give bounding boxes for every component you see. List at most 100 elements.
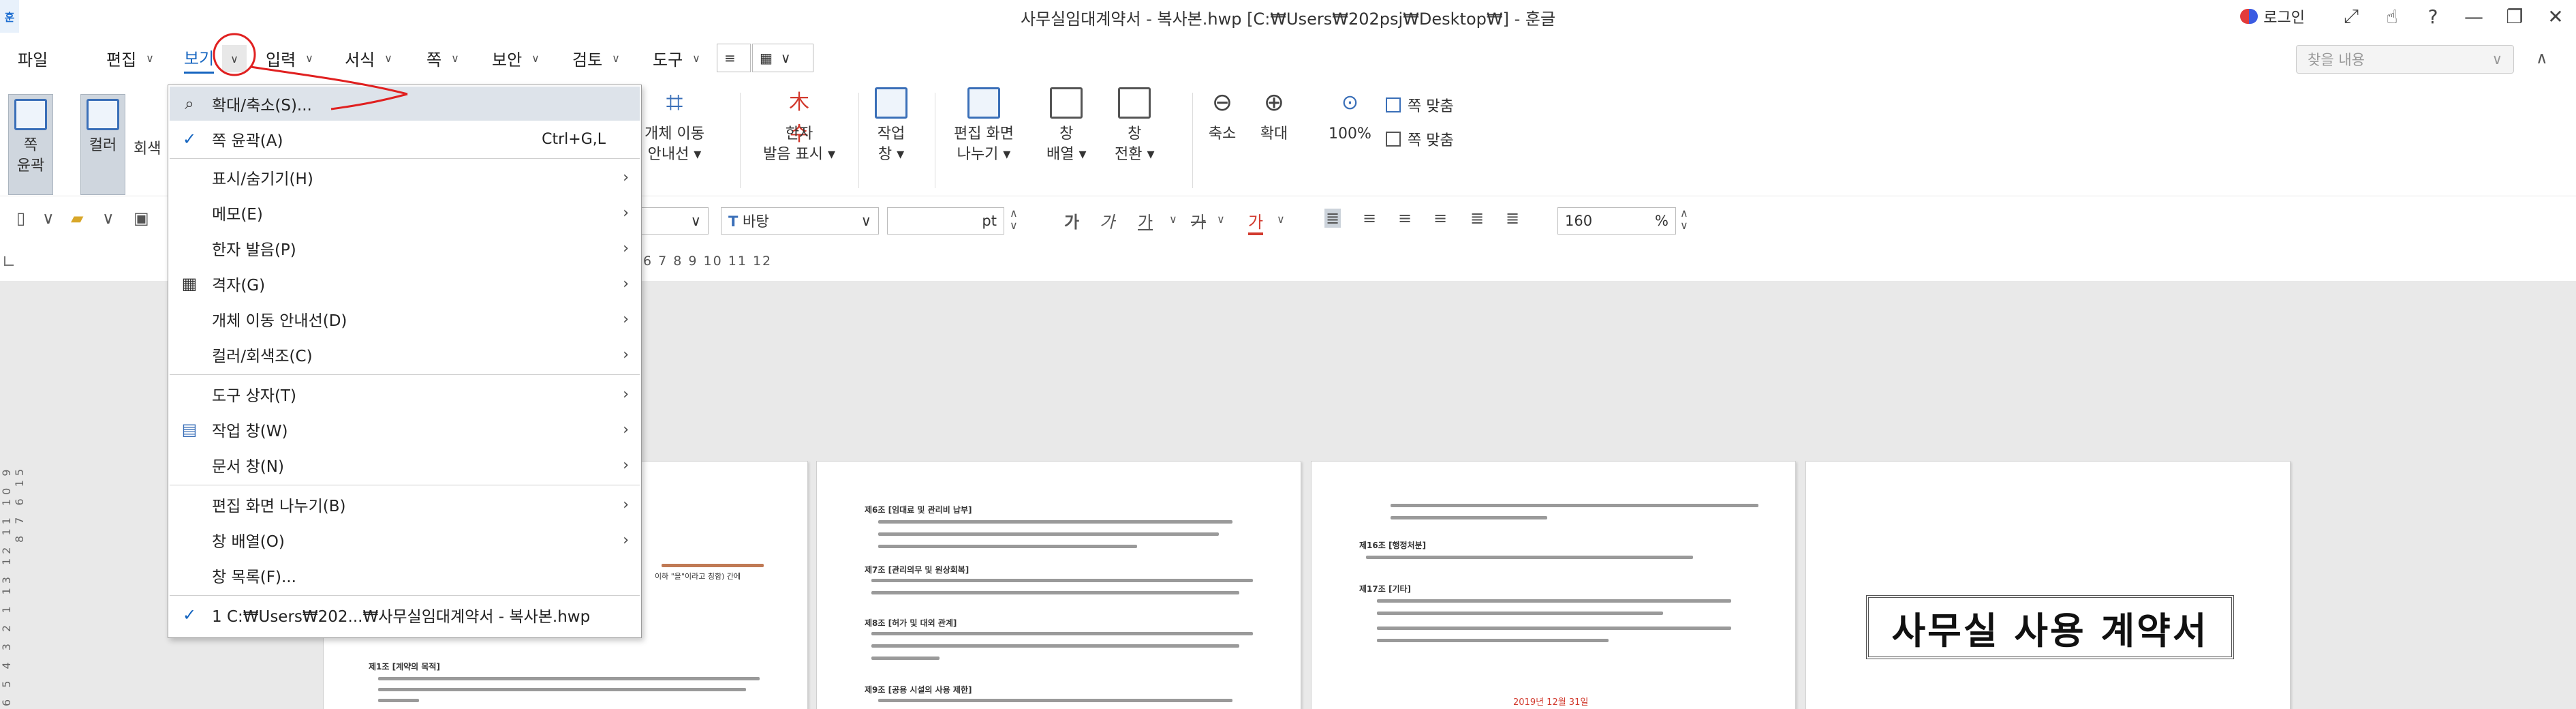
chevron-right-icon: › xyxy=(623,496,629,513)
zoom-in-button[interactable]: ⊕ 확대 xyxy=(1258,87,1290,145)
align-justify-icon[interactable]: ≣ xyxy=(1324,209,1341,228)
text-line xyxy=(878,520,1232,524)
menu-insert[interactable]: 입력 ∨ xyxy=(266,42,313,74)
menu-item-task-pane[interactable]: ▤ 작업 창(W) › xyxy=(170,412,640,447)
chevron-right-icon: › xyxy=(623,275,629,292)
page-outline-button[interactable]: 쪽 윤곽 xyxy=(8,94,53,195)
window-arrange-button[interactable]: 창 배열 ▾ xyxy=(1046,87,1087,164)
menu-item-zoom[interactable]: ⌕ 확대/축소(S)... xyxy=(170,87,640,121)
menu-view-dropdown-toggle[interactable]: ∨ xyxy=(222,45,247,72)
menu-item-show-hide[interactable]: 표시/숨기기(H) › xyxy=(170,160,640,194)
menu-item-document-window[interactable]: 문서 창(N) › xyxy=(170,448,640,482)
align-center-icon[interactable]: ≡ xyxy=(1398,209,1412,228)
color-mode-button[interactable]: 컬러 xyxy=(80,94,125,195)
chevron-right-icon: › xyxy=(623,456,629,474)
menu-item-page-outline[interactable]: ✓ 쪽 윤곽(A) Ctrl+G,L xyxy=(170,122,640,156)
font-size-stepper[interactable]: ∧ ∨ xyxy=(1010,207,1018,232)
font-color-button[interactable]: 가 xyxy=(1248,209,1264,235)
chevron-down-icon[interactable]: ∨ xyxy=(1217,213,1225,226)
hanja-pronunciation-button[interactable]: 木수 한자 발음 표시 ▾ xyxy=(763,87,835,164)
menu-item-window-list[interactable]: 창 목록(F)... xyxy=(170,558,640,592)
menu-file[interactable]: 파일 xyxy=(18,42,48,74)
menu-edit[interactable]: 편집 ∨ xyxy=(106,42,154,74)
expand-icon[interactable]: ⤢ xyxy=(2331,0,2372,33)
search-input[interactable]: 찾을 내용 ∨ xyxy=(2296,45,2514,74)
format-paint-icon[interactable]: ≡ xyxy=(717,44,751,72)
chevron-down-icon[interactable]: ∨ xyxy=(102,209,114,228)
save-icon[interactable]: ▣ xyxy=(134,209,149,228)
close-icon[interactable]: ✕ xyxy=(2535,0,2576,33)
restore-icon[interactable]: ❐ xyxy=(2494,0,2535,33)
document-page-2[interactable]: 제6조 [임대료 및 관리비 납부] 제7조 [관리의무 및 원상회복] 제8조… xyxy=(816,461,1301,709)
distribute-icon[interactable]: ≣ xyxy=(1470,209,1484,228)
menu-page[interactable]: 쪽 ∨ xyxy=(426,42,459,74)
align-left-icon[interactable]: ≡ xyxy=(1363,209,1376,228)
zoom-input[interactable]: 160% xyxy=(1557,207,1676,235)
menu-item-label: 개체 이동 안내선(D) xyxy=(212,312,347,330)
fit-page-button[interactable]: 쪽 맞춤 xyxy=(1386,128,1454,150)
page2-heading: 제8조 [허가 및 대외 관계] xyxy=(865,618,957,628)
divide-icon[interactable]: ≣ xyxy=(1506,209,1519,228)
split-view-button[interactable]: 편집 화면 나누기 ▾ xyxy=(954,87,1014,164)
menu-item-label: 작업 창(W) xyxy=(212,423,288,440)
underline-button[interactable]: 가 xyxy=(1138,209,1153,232)
text-line xyxy=(878,532,1219,536)
strikethrough-button[interactable]: 가 xyxy=(1191,209,1206,232)
menu-format[interactable]: 서식 ∨ xyxy=(345,42,392,74)
touch-icon[interactable]: ☝ xyxy=(2372,0,2412,33)
task-pane-button[interactable]: 작업 창 ▾ xyxy=(875,87,907,164)
menu-item-label: 창 배열(O) xyxy=(212,533,285,551)
hangul-logo-icon[interactable]: 훈 xyxy=(0,0,19,33)
object-guide-button[interactable]: ⌗ 개체 이동 안내선 ▾ xyxy=(645,87,704,164)
login-button[interactable]: 로그인 xyxy=(2240,5,2305,27)
menu-security[interactable]: 보안 ∨ xyxy=(492,42,540,74)
zoom-100-button[interactable]: ⊙ 100% xyxy=(1329,87,1371,145)
menu-review[interactable]: 검토 ∨ xyxy=(572,42,620,74)
chevron-down-icon: ∨ xyxy=(531,51,540,65)
window-switch-button[interactable]: 창 전환 ▾ xyxy=(1115,87,1155,164)
chevron-down-icon[interactable]: ∨ xyxy=(42,209,55,228)
zoom-value: 160 xyxy=(1565,213,1593,229)
menu-item-object-guide[interactable]: 개체 이동 안내선(D) › xyxy=(170,302,640,336)
menu-item-window-arrange[interactable]: 창 배열(O) › xyxy=(170,523,640,557)
document-page-3[interactable]: 제16조 [행정처분] 제17조 [기타] 2019년 12월 31일 xyxy=(1311,461,1796,709)
help-icon[interactable]: ? xyxy=(2412,0,2453,33)
gray-mode-button[interactable]: 회색 xyxy=(134,139,161,160)
table-tool-button[interactable]: ▦ ∨ xyxy=(752,44,813,72)
ribbon-collapse-icon[interactable]: ∧ xyxy=(2536,42,2548,74)
minimize-icon[interactable]: — xyxy=(2453,0,2494,33)
menu-item-recent-file[interactable]: ✓ 1 C:₩Users₩202...₩사무실임대계약서 - 복사본.hwp xyxy=(170,598,640,632)
menu-insert-label: 입력 xyxy=(266,50,296,70)
open-folder-icon[interactable]: ▰ xyxy=(71,209,83,228)
zoom-out-button[interactable]: ⊖ 축소 xyxy=(1206,87,1239,145)
text-line xyxy=(1377,639,1609,642)
menu-item-color-gray[interactable]: 컬러/회색조(C) › xyxy=(170,337,640,372)
zoom-stepper[interactable]: ∧ ∨ xyxy=(1680,207,1688,232)
menu-item-split-view[interactable]: 편집 화면 나누기(B) › xyxy=(170,487,640,522)
chevron-right-icon: › xyxy=(623,385,629,403)
new-document-icon[interactable]: ▯ xyxy=(16,209,25,228)
chevron-down-icon[interactable]: ∨ xyxy=(1169,213,1177,226)
document-page-4[interactable]: 사무실 사용 계약서 xyxy=(1805,461,2291,709)
fit-width-button[interactable]: 쪽 맞춤 xyxy=(1386,94,1454,116)
menu-item-memo[interactable]: 메모(E) › xyxy=(170,196,640,230)
style-select[interactable]: ∨ xyxy=(634,207,709,235)
menu-view[interactable]: 보기 xyxy=(184,42,215,74)
text-line xyxy=(378,688,746,691)
menu-item-grid[interactable]: ▦ 격자(G) › xyxy=(170,267,640,301)
task-pane-icon: ▤ xyxy=(181,420,198,439)
menu-item-toolbox[interactable]: 도구 상자(T) › xyxy=(170,377,640,411)
chevron-down-icon[interactable]: ∨ xyxy=(1277,213,1285,226)
menu-item-hanja[interactable]: 한자 발음(P) › xyxy=(170,231,640,265)
text-line xyxy=(1377,599,1731,603)
page1-text: 이하 "을"이라고 칭함) 간에 xyxy=(655,572,741,581)
menu-item-label: 도구 상자(T) xyxy=(212,387,296,405)
menu-tools[interactable]: 도구 ∨ xyxy=(653,42,700,74)
align-right-icon[interactable]: ≡ xyxy=(1433,209,1447,228)
font-size-input[interactable]: pt xyxy=(887,207,1004,235)
font-name-select[interactable]: T 바탕 ∨ xyxy=(721,207,879,235)
italic-button[interactable]: 가 xyxy=(1100,209,1115,232)
bold-button[interactable]: 가 xyxy=(1064,209,1079,232)
window-switch-label: 창 전환 ▾ xyxy=(1115,125,1155,163)
title-bar: 훈 사무실임대계약서 - 복사본.hwp [C:₩Users₩202psj₩De… xyxy=(0,0,2576,33)
